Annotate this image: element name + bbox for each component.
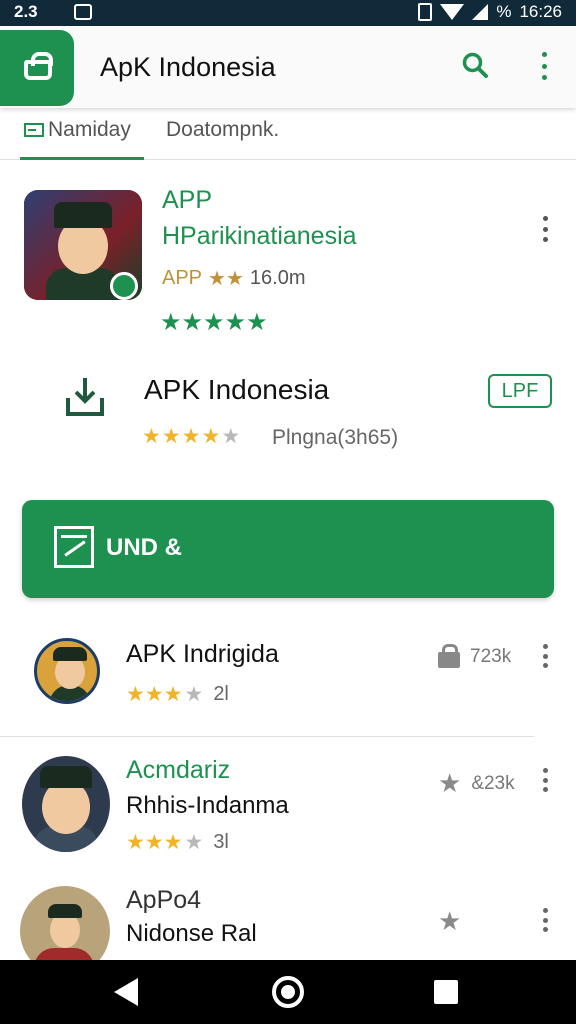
list-item-subtitle: Nidonse Ral: [126, 920, 257, 947]
list-item[interactable]: Acmdariz Rhhis-Indanma ★★★ ★ 3l ★ &23k: [0, 746, 576, 866]
back-icon[interactable]: [114, 978, 138, 1006]
download-title[interactable]: APK Indonesia: [144, 374, 329, 406]
search-icon[interactable]: [462, 52, 488, 78]
lock-icon: [438, 644, 460, 668]
app-title: ApK Indonesia: [100, 52, 276, 82]
image-notification-icon: [74, 4, 92, 20]
list-item-rating: ★★★ ★ 3l: [126, 831, 229, 854]
list-item-count: 723k: [470, 646, 512, 667]
battery-text: %: [496, 2, 512, 21]
status-left-text: 2.3: [14, 2, 38, 21]
list-item[interactable]: APK Indrigida ★★★ ★ 2l 723k: [0, 610, 576, 730]
system-nav-bar: [0, 960, 576, 1024]
list-item-title: Acmdariz: [126, 756, 231, 784]
shopping-bag-icon: [24, 52, 53, 80]
wifi-icon: [440, 4, 465, 20]
verified-badge-icon: [110, 272, 138, 300]
avatar: [34, 638, 100, 704]
tab-namiday[interactable]: Namiday: [24, 118, 131, 142]
primary-download-button[interactable]: UND &: [22, 500, 554, 598]
featured-meta-prefix: APP: [162, 267, 203, 289]
star-icon: ★: [438, 768, 462, 798]
status-bar: 2.3 % 16:26: [0, 0, 576, 26]
list-item-title: APK Indrigida: [126, 640, 279, 668]
more-vert-icon[interactable]: [539, 644, 551, 668]
featured-more-icon[interactable]: [539, 216, 551, 242]
star-icon: ★: [438, 906, 462, 936]
download-rating-stars: ★★★★★: [142, 425, 242, 448]
format-chip[interactable]: LPF: [488, 374, 552, 408]
featured-meta: APP ★★ 16.0m: [162, 266, 305, 291]
list-item-meta: ★: [438, 906, 461, 937]
featured-meta-stars: ★★: [208, 268, 244, 290]
more-vert-icon[interactable]: [539, 768, 551, 792]
download-icon[interactable]: [64, 374, 106, 418]
recents-icon[interactable]: [434, 980, 458, 1004]
featured-title-line2[interactable]: HParikinatianesia: [162, 222, 357, 251]
more-vert-icon[interactable]: [538, 52, 550, 80]
status-right: % 16:26: [418, 2, 562, 22]
featured-size: 16.0m: [249, 267, 306, 289]
list-item-count: &23k: [471, 772, 515, 794]
signal-icon: [472, 4, 489, 20]
avatar: [22, 756, 110, 852]
tab-indicator: [20, 157, 144, 160]
list-item-meta: 723k: [438, 644, 512, 668]
avatar: [20, 886, 110, 960]
list-item-meta: ★ &23k: [438, 768, 515, 799]
primary-button-label: UND &: [106, 534, 182, 561]
featured-rating-stars: ★★★★★: [160, 309, 268, 336]
document-icon: [54, 526, 94, 568]
list-item-title: ApPo4: [126, 886, 202, 914]
app-logo[interactable]: [0, 30, 74, 106]
list-item-subtitle: Rhhis-Indanma: [126, 792, 289, 819]
download-subtitle: Plngna(3h65): [272, 426, 399, 449]
list-item[interactable]: ApPo4 Nidonse Ral ★: [0, 876, 576, 960]
vibrate-icon: [418, 3, 433, 21]
more-vert-icon[interactable]: [539, 908, 551, 932]
tab-label: Namiday: [48, 118, 131, 141]
tab-bar: Namiday Doatompnk.: [0, 108, 576, 160]
featured-title-line1[interactable]: APP: [162, 186, 212, 215]
card-icon: [24, 123, 44, 137]
list-item-rating: ★★★ ★ 2l: [126, 683, 229, 706]
divider: [0, 736, 534, 737]
tab-doatompnk[interactable]: Doatompnk.: [166, 118, 279, 142]
app-bar: ApK Indonesia: [0, 26, 576, 108]
clock: 16:26: [519, 2, 562, 21]
home-icon[interactable]: [272, 976, 304, 1008]
